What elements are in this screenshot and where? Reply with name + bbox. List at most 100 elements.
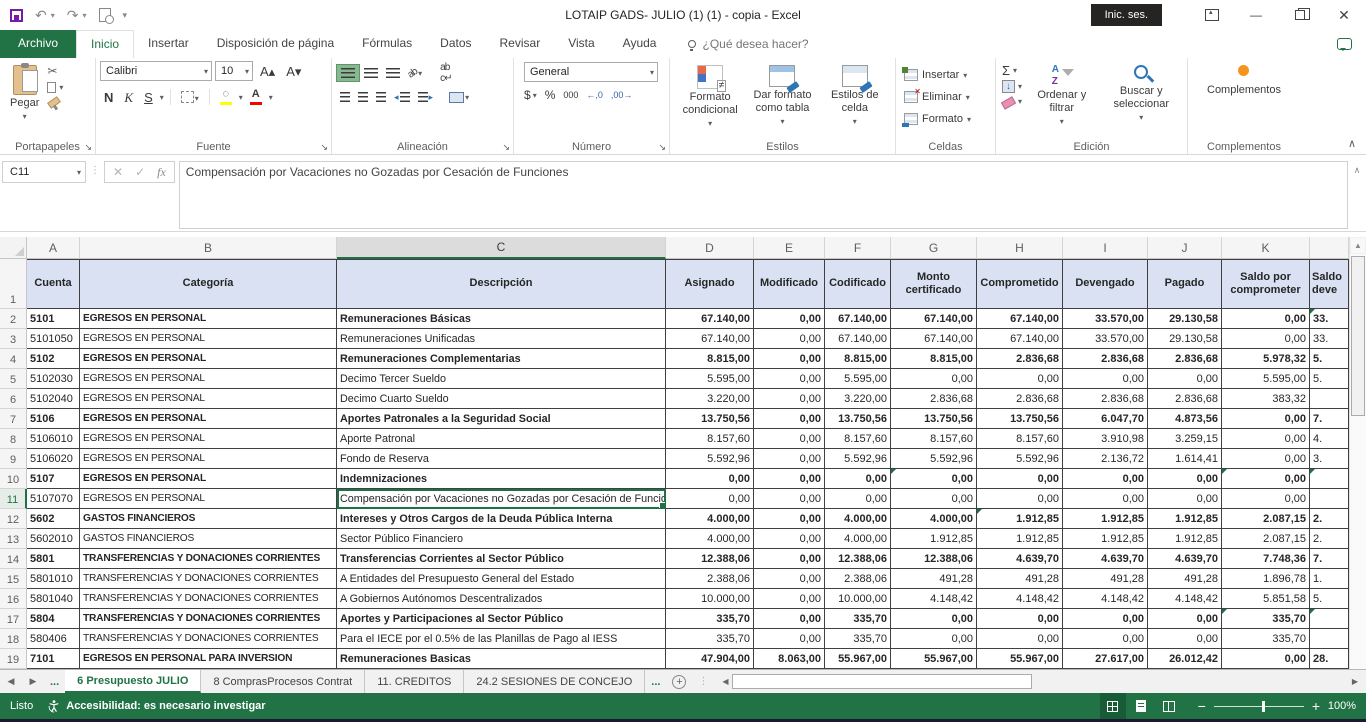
top-align-button[interactable] — [336, 64, 360, 82]
grid-cell[interactable]: 2.836,68 — [1148, 349, 1222, 369]
grid-cell[interactable]: 0,00 — [754, 469, 825, 489]
grid-cell[interactable]: 2.136,72 — [1063, 449, 1148, 469]
accounting-format-button[interactable]: $ — [524, 88, 531, 102]
format-as-table-button[interactable]: Dar formato como tabla▾ — [746, 61, 818, 138]
grid-cell[interactable]: 0,00 — [891, 629, 977, 649]
find-select-button[interactable]: Buscar y seleccionar▾ — [1100, 61, 1183, 138]
grid-cell[interactable]: 5.978,32 — [1222, 349, 1310, 369]
grid-cell[interactable]: 12.388,06 — [891, 549, 977, 569]
grid-cell[interactable]: 335,70 — [1222, 629, 1310, 649]
grid-cell[interactable]: 335,70 — [825, 629, 891, 649]
ribbon-display-options-button[interactable] — [1190, 0, 1234, 30]
zoom-slider-thumb[interactable] — [1262, 701, 1265, 712]
grid-cell[interactable]: 8.157,60 — [666, 429, 754, 449]
grid-cell[interactable]: 2.836,68 — [977, 349, 1063, 369]
more-sheets-right[interactable]: ... — [645, 670, 666, 693]
grid-cell[interactable]: 67.140,00 — [666, 309, 754, 329]
grid-cell[interactable]: 13.750,56 — [825, 409, 891, 429]
grid-cell[interactable]: EGRESOS EN PERSONAL — [80, 409, 337, 429]
horizontal-scrollbar-thumb[interactable] — [732, 674, 1032, 689]
ribbon-tab-archivo[interactable]: Archivo — [0, 30, 76, 58]
grid-cell[interactable]: 0,00 — [891, 469, 977, 489]
row-header-11[interactable]: 11 — [0, 489, 27, 509]
header-cell[interactable]: Monto certificado — [891, 259, 977, 309]
row-header-14[interactable]: 14 — [0, 549, 27, 569]
row-header-5[interactable]: 5 — [0, 369, 27, 389]
grid-cell[interactable]: 5106 — [27, 409, 80, 429]
copy-button[interactable]: ▾ — [47, 82, 63, 93]
column-header-E[interactable]: E — [754, 237, 825, 259]
grid-cell[interactable]: 1.912,85 — [1063, 509, 1148, 529]
grid-cell[interactable]: 491,28 — [977, 569, 1063, 589]
grid-cell[interactable]: 0,00 — [1063, 629, 1148, 649]
grid-cell[interactable]: 4.873,56 — [1148, 409, 1222, 429]
italic-button[interactable]: K — [120, 90, 137, 105]
column-header-F[interactable]: F — [825, 237, 891, 259]
sheet-tab-8-comprasprocesos-contrat[interactable]: 8 ComprasProcesos Contrat — [201, 670, 365, 693]
bottom-align-button[interactable] — [382, 65, 404, 81]
grid-cell[interactable]: Fondo de Reserva — [337, 449, 666, 469]
grid-cell[interactable]: 5602010 — [27, 529, 80, 549]
vertical-scrollbar-thumb[interactable] — [1351, 256, 1365, 416]
grid-cell[interactable]: 67.140,00 — [825, 329, 891, 349]
grid-cell[interactable]: GASTOS FINANCIEROS — [80, 509, 337, 529]
grid-cell[interactable]: 5107070 — [27, 489, 80, 509]
grid-cell[interactable]: GASTOS FINANCIEROS — [80, 529, 337, 549]
grid-cell[interactable]: 0,00 — [666, 469, 754, 489]
grid-cell[interactable]: 0,00 — [1148, 629, 1222, 649]
grid-cell[interactable]: 5804 — [27, 609, 80, 629]
grid-cell[interactable]: 0,00 — [754, 529, 825, 549]
grid-cell[interactable]: 5.595,00 — [1222, 369, 1310, 389]
ribbon-tab-disposici-n-de-p-gina[interactable]: Disposición de página — [203, 30, 348, 58]
grid-cell[interactable]: 0,00 — [977, 489, 1063, 509]
comma-style-button[interactable]: 000 — [563, 90, 578, 100]
grid-cell[interactable]: 3. — [1310, 449, 1349, 469]
align-center-button[interactable] — [354, 89, 372, 105]
conditional-formatting-button[interactable]: Formato condicional▾ — [674, 61, 746, 138]
minimize-button[interactable]: — — [1234, 0, 1278, 30]
grid-cell[interactable]: 8.157,60 — [825, 429, 891, 449]
grid-cell[interactable]: 0,00 — [977, 369, 1063, 389]
redo-icon[interactable]: ↷ — [67, 8, 79, 22]
grid-cell[interactable]: Decimo Cuarto Sueldo — [337, 389, 666, 409]
grid-cell[interactable] — [1310, 389, 1349, 409]
header-cell[interactable]: Saldo por comprometer — [1222, 259, 1310, 309]
save-icon[interactable] — [10, 9, 23, 22]
grid-cell[interactable] — [1310, 469, 1349, 489]
grid-cell[interactable]: 0,00 — [754, 349, 825, 369]
grid-cell[interactable]: 7. — [1310, 409, 1349, 429]
new-sheet-button[interactable]: + — [666, 670, 692, 693]
grid-cell[interactable]: 29.130,58 — [1148, 329, 1222, 349]
grid-cell[interactable]: 0,00 — [1063, 609, 1148, 629]
grid-cell[interactable]: 6.047,70 — [1063, 409, 1148, 429]
orientation-button[interactable]: ab▾ — [404, 65, 426, 82]
grid-cell[interactable]: EGRESOS EN PERSONAL — [80, 309, 337, 329]
grid-cell[interactable]: 5.851,58 — [1222, 589, 1310, 609]
grid-cell[interactable]: Compensación por Vacaciones no Gozadas p… — [337, 489, 666, 509]
header-cell[interactable]: Descripción — [337, 259, 666, 309]
grid-cell[interactable]: 4.148,42 — [1063, 589, 1148, 609]
grid-cell[interactable]: 5801010 — [27, 569, 80, 589]
header-cell[interactable]: Pagado — [1148, 259, 1222, 309]
grid-cell[interactable]: 2.388,06 — [666, 569, 754, 589]
grid-cell[interactable]: 4.000,00 — [666, 509, 754, 529]
grid-cell[interactable]: 0,00 — [754, 549, 825, 569]
grid-cell[interactable]: 0,00 — [1148, 369, 1222, 389]
grid-cell[interactable]: 0,00 — [1148, 469, 1222, 489]
grid-cell[interactable]: 67.140,00 — [666, 329, 754, 349]
grid-cell[interactable]: 335,70 — [825, 609, 891, 629]
grid-cell[interactable]: 5101050 — [27, 329, 80, 349]
grid-cell[interactable]: 55.967,00 — [825, 649, 891, 669]
grid-cell[interactable]: 0,00 — [754, 429, 825, 449]
row-header-3[interactable]: 3 — [0, 329, 27, 349]
grid-cell[interactable]: EGRESOS EN PERSONAL — [80, 389, 337, 409]
grid-cell[interactable]: 5.592,96 — [825, 449, 891, 469]
grid-cell[interactable]: TRANSFERENCIAS Y DONACIONES CORRIENTES — [80, 629, 337, 649]
grid-cell[interactable]: 5801040 — [27, 589, 80, 609]
row-header-6[interactable]: 6 — [0, 389, 27, 409]
formula-input[interactable]: Compensación por Vacaciones no Gozadas p… — [179, 161, 1348, 229]
grid-cell[interactable]: 47.904,00 — [666, 649, 754, 669]
column-header-J[interactable]: J — [1148, 237, 1222, 259]
column-header-C[interactable]: C — [337, 237, 666, 259]
grid-cell[interactable]: 0,00 — [825, 489, 891, 509]
